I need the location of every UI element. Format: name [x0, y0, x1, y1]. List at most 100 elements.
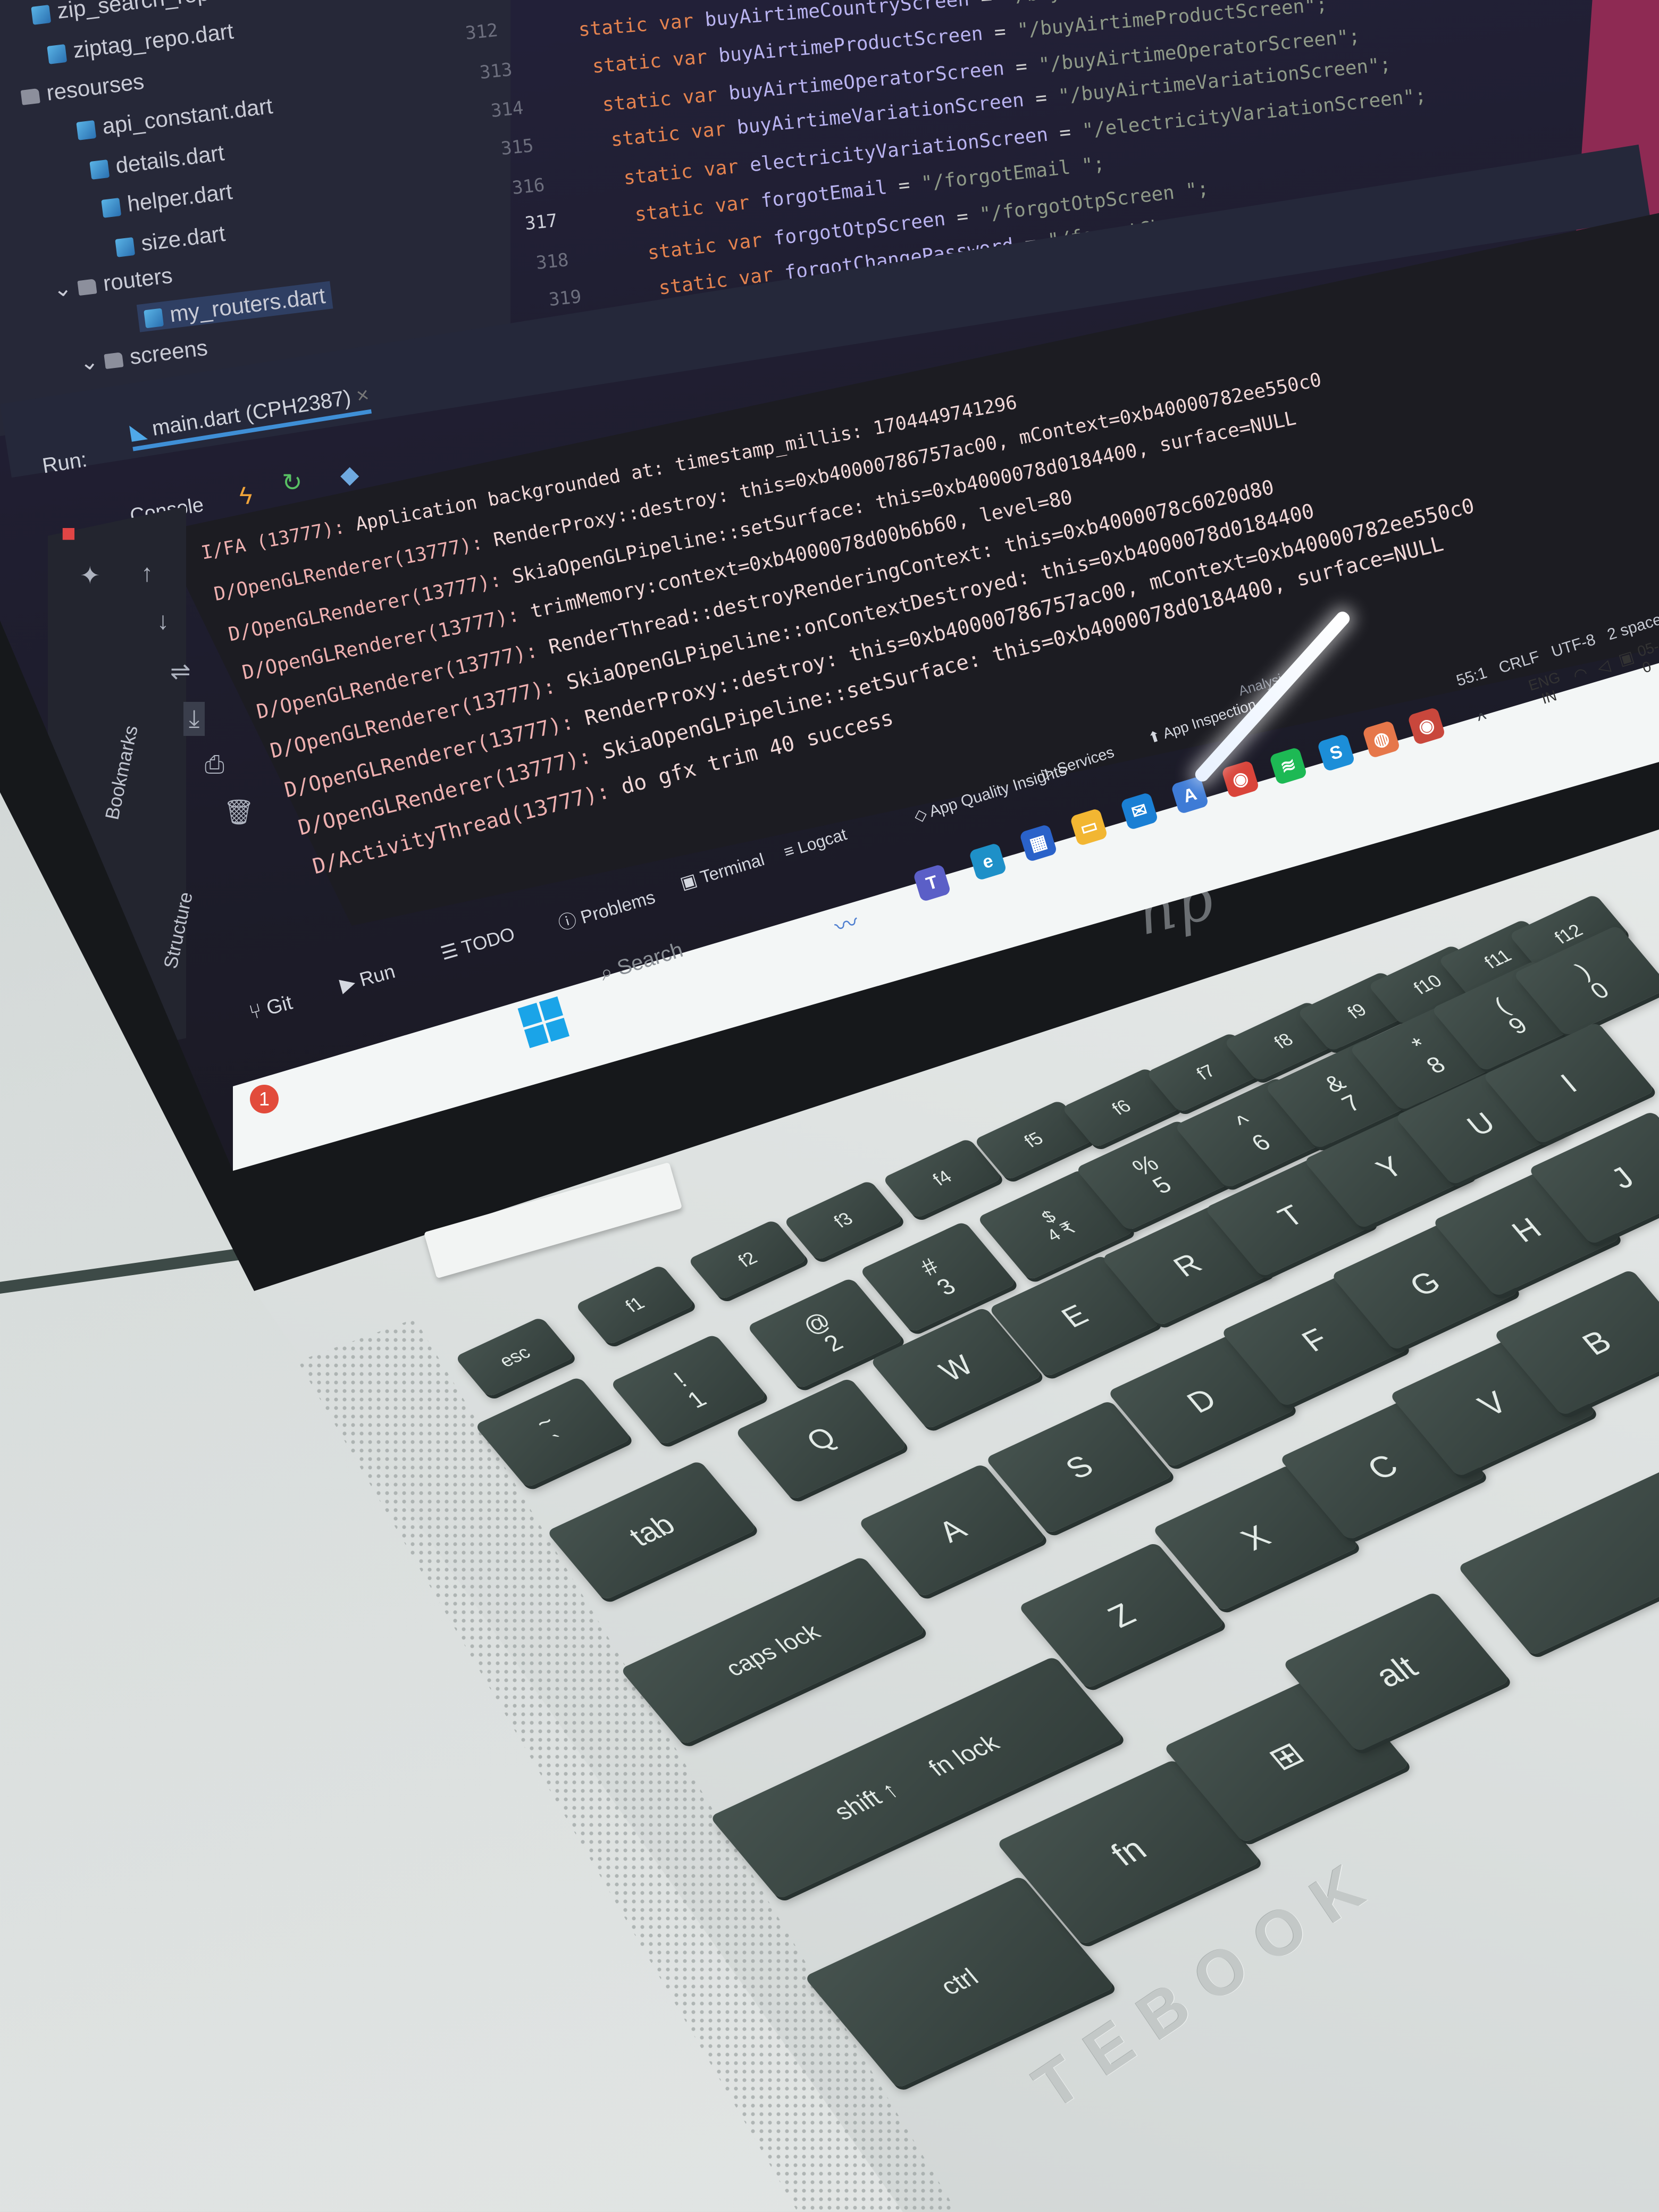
- key-label: alt: [1367, 1648, 1425, 1694]
- key-label: Z: [1100, 1596, 1143, 1634]
- key-label: T: [1271, 1199, 1310, 1233]
- key-label: f5: [1020, 1128, 1048, 1151]
- toolbar-tab-git[interactable]: ⑂ Git: [247, 992, 295, 1025]
- key-label: C: [1360, 1447, 1405, 1487]
- soft-wrap-icon[interactable]: ⇌: [170, 657, 191, 685]
- toolbar-tab-label: Problems: [578, 887, 658, 928]
- trash-icon[interactable]: 🗑: [223, 798, 254, 827]
- line-number: 317: [524, 210, 559, 235]
- chevron-down-icon[interactable]: ⌄: [52, 274, 79, 302]
- toolbar-tab-terminal[interactable]: ▣ Terminal: [678, 849, 767, 893]
- toolbar-tab-label: Git: [264, 991, 295, 1020]
- key-label: fn: [1103, 1831, 1154, 1873]
- key-label: $ 4 ₹: [1037, 1206, 1080, 1245]
- key-label: F: [1294, 1322, 1335, 1358]
- code-token-kw: static var: [633, 191, 751, 226]
- chevron-down-icon[interactable]: ⌄: [78, 347, 106, 375]
- key-label: G: [1402, 1264, 1447, 1303]
- key-label: f8: [1270, 1029, 1297, 1052]
- key-label: V: [1470, 1385, 1514, 1423]
- toolbar-tab-label: Terminal: [698, 849, 767, 887]
- line-number: 312: [464, 19, 499, 45]
- code-token-name: forgotOtpScreen: [772, 208, 947, 250]
- key-label: W: [933, 1349, 981, 1387]
- dart-file-icon: [101, 197, 122, 218]
- key-label: X: [1234, 1519, 1278, 1557]
- code-token-op: =: [980, 0, 993, 9]
- code-token-kw: static var: [610, 118, 727, 151]
- key-label: @ 2: [797, 1307, 849, 1357]
- dart-file-icon: [31, 4, 52, 25]
- key-label: f1: [621, 1293, 649, 1317]
- code-token-op: =: [1015, 55, 1028, 79]
- line-number: 316: [511, 174, 546, 199]
- flutter-icon: ◣: [128, 417, 154, 444]
- key-label: f11: [1480, 946, 1516, 973]
- print-icon[interactable]: ⎙: [205, 750, 224, 780]
- dart-file-icon: [115, 237, 136, 257]
- line-number: 313: [479, 58, 514, 84]
- code-token-kw: static var: [577, 10, 694, 41]
- key-label: f9: [1343, 1000, 1371, 1023]
- toolbar-tab-todo[interactable]: ☰ TODO: [438, 923, 517, 965]
- toolbar-tab-problems[interactable]: ⓘ Problems: [555, 882, 658, 935]
- key-label: f7: [1192, 1061, 1220, 1084]
- key-label: f6: [1108, 1096, 1135, 1119]
- scroll-up-icon[interactable]: ↑: [141, 558, 153, 587]
- code-token-name: buyAirtimeCountryScreen: [704, 0, 970, 31]
- key-label: B: [1575, 1324, 1619, 1362]
- line-number: 314: [490, 97, 525, 122]
- code-token-str: "/forgotEmail ";: [920, 153, 1106, 195]
- line-number: 315: [500, 135, 535, 160]
- key-label: Y: [1369, 1151, 1410, 1185]
- scroll-to-end-icon[interactable]: ⤓: [183, 702, 205, 736]
- key-label: ! 1: [668, 1367, 712, 1413]
- code-token-op: =: [897, 174, 911, 197]
- toolbar-tab-label: TODO: [459, 923, 517, 959]
- folder-icon: [104, 352, 124, 370]
- dart-file-icon: [47, 44, 68, 64]
- notification-badge[interactable]: 1: [250, 1085, 279, 1113]
- key-label: H: [1504, 1211, 1548, 1249]
- stop-icon[interactable]: ■: [61, 518, 76, 547]
- hot-reload-icon[interactable]: ϟ: [239, 481, 252, 510]
- key-label: I: [1554, 1068, 1583, 1099]
- key-label: J: [1603, 1161, 1641, 1195]
- volume-icon[interactable]: ◁: [1595, 656, 1612, 677]
- code-token-kw: static var: [622, 155, 740, 189]
- scroll-down-icon[interactable]: ↓: [157, 606, 169, 635]
- key-label: R: [1167, 1247, 1209, 1283]
- key-label: tab: [622, 1509, 682, 1553]
- code-token-name: forgotEmail: [759, 177, 889, 212]
- code-token-kw: static var: [601, 83, 718, 116]
- folder-icon: [77, 279, 97, 296]
- code-token-op: =: [993, 21, 1007, 44]
- code-token-kw: static var: [591, 46, 708, 78]
- key-label: f4: [928, 1167, 956, 1189]
- key-label: # 3: [915, 1253, 962, 1301]
- line-number: 318: [535, 249, 570, 274]
- folder-icon: [20, 88, 40, 105]
- dart-file-icon: [76, 120, 97, 140]
- toolbar-tab-run[interactable]: ▶ Run: [337, 960, 398, 997]
- code-token-name: buyAirtimeProductScreen: [717, 22, 984, 67]
- cable: [0, 1246, 255, 1297]
- key-label: f10: [1409, 971, 1446, 998]
- line-number: 319: [548, 286, 583, 311]
- key-label: ~ `: [529, 1408, 574, 1454]
- key-label: & 7: [1318, 1069, 1367, 1117]
- key-label: ^ 6: [1230, 1109, 1276, 1157]
- code-token-op: =: [955, 205, 970, 229]
- key-label: ( 9: [1488, 993, 1533, 1040]
- hot-restart-icon[interactable]: ↻: [282, 468, 303, 497]
- key-label: f2: [734, 1248, 761, 1271]
- key-label: D: [1180, 1382, 1224, 1419]
- pin-icon[interactable]: ✦: [80, 561, 100, 590]
- key-label: E: [1054, 1298, 1095, 1334]
- key-label: S: [1058, 1448, 1100, 1486]
- wifi-icon[interactable]: ◠: [1571, 664, 1590, 685]
- dart-file-icon: [144, 308, 164, 329]
- devtools-icon[interactable]: ◆: [340, 460, 359, 489]
- code-token-kw: static var: [646, 229, 764, 264]
- key-label: ctrl: [934, 1963, 984, 2000]
